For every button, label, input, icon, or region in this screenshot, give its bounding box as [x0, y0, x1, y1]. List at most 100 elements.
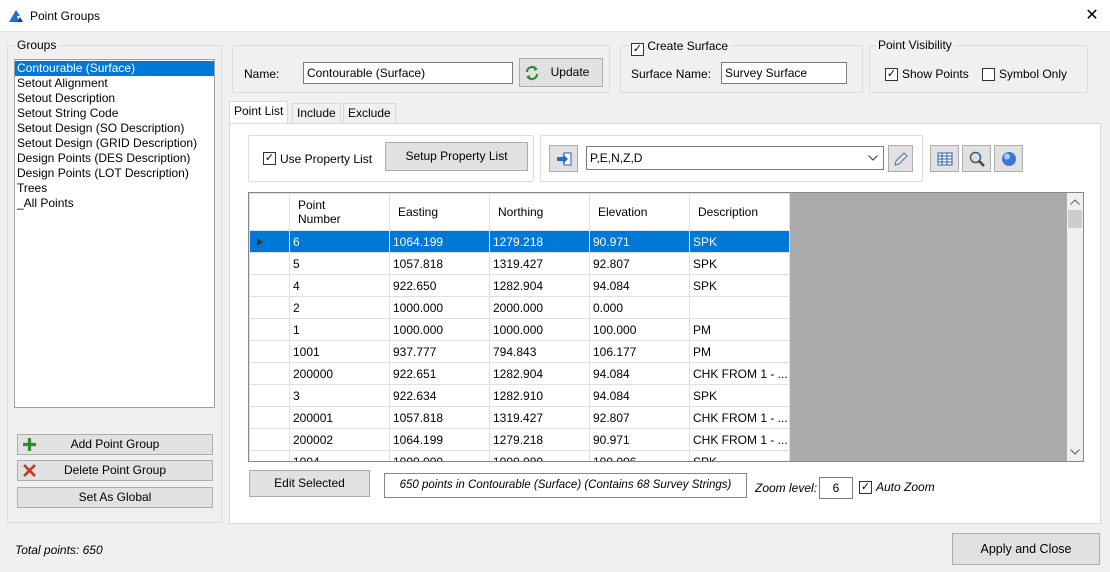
table-row[interactable]: 200001 1057.818 1319.427 92.807 CHK FROM 1 -…	[249, 406, 790, 429]
points-grid[interactable]: Point Number Easting Northing Elevation Desc…	[248, 192, 1084, 462]
table-cell[interactable]: 2000.000	[489, 296, 590, 319]
show-points-checkbox[interactable]: ✓	[885, 68, 898, 81]
group-list-item[interactable]: Setout Design (GRID Description)	[15, 136, 214, 151]
group-list-item[interactable]: Design Points (LOT Description)	[15, 166, 214, 181]
scroll-down-icon[interactable]	[1070, 449, 1080, 455]
row-header[interactable]	[249, 384, 290, 407]
group-list-item[interactable]: _All Points	[15, 196, 214, 211]
table-cell[interactable]: CHK FROM 1 - ...	[689, 428, 790, 451]
table-cell[interactable]: SPK	[689, 450, 790, 461]
use-property-list-checkbox[interactable]: ✓	[263, 152, 276, 165]
table-row[interactable]: 200000 922.651 1282.904 94.084 CHK FROM 1 - …	[249, 362, 790, 385]
tab-point-list[interactable]: Point List	[229, 101, 289, 124]
group-list-item[interactable]: Setout Alignment	[15, 76, 214, 91]
groups-list[interactable]: Contourable (Surface) Setout Alignment Set…	[14, 59, 215, 408]
table-cell[interactable]: 100.000	[589, 318, 690, 341]
column-header[interactable]: Easting	[389, 193, 490, 231]
edit-format-button[interactable]	[888, 145, 913, 172]
symbol-only-checkbox[interactable]	[982, 68, 995, 81]
table-cell[interactable]: 1279.218	[489, 230, 590, 253]
table-cell[interactable]: 1000.000	[389, 318, 490, 341]
table-cell[interactable]: 1004	[289, 450, 390, 461]
table-cell[interactable]: SPK	[689, 274, 790, 297]
row-header[interactable]	[249, 450, 290, 461]
table-cell[interactable]: 106.177	[589, 340, 690, 363]
table-cell[interactable]: 200002	[289, 428, 390, 451]
row-header[interactable]	[249, 296, 290, 319]
table-cell[interactable]: 1000.000	[489, 450, 590, 461]
apply-and-close-button[interactable]: Apply and Close	[952, 533, 1100, 565]
column-header[interactable]: Point Number	[289, 193, 390, 231]
table-cell[interactable]: SPK	[689, 252, 790, 275]
table-cell[interactable]: 90.971	[589, 428, 690, 451]
table-cell[interactable]: 94.084	[589, 274, 690, 297]
group-list-item[interactable]: Trees	[15, 181, 214, 196]
tab-exclude[interactable]: Exclude	[343, 103, 396, 124]
zoom-level-field[interactable]: 6	[819, 477, 853, 499]
table-cell[interactable]	[689, 296, 790, 319]
table-cell[interactable]: 1319.427	[489, 252, 590, 275]
table-row[interactable]: 1 1000.000 1000.000 100.000 PM	[249, 318, 790, 341]
table-row[interactable]: 200002 1064.199 1279.218 90.971 CHK FROM 1 -…	[249, 428, 790, 451]
table-cell[interactable]: 200000	[289, 362, 390, 385]
table-cell[interactable]: 90.971	[589, 230, 690, 253]
table-view-button[interactable]	[930, 145, 959, 172]
scroll-thumb[interactable]	[1068, 210, 1082, 228]
delete-point-group-button[interactable]: Delete Point Group	[17, 460, 213, 481]
row-header[interactable]	[249, 340, 290, 363]
update-button[interactable]: Update	[519, 58, 603, 87]
table-cell[interactable]: 92.807	[589, 406, 690, 429]
table-cell[interactable]: 1279.218	[489, 428, 590, 451]
format-select[interactable]: P,E,N,Z,D	[586, 146, 884, 170]
row-header[interactable]	[249, 252, 290, 275]
table-cell[interactable]: 5	[289, 252, 390, 275]
table-cell[interactable]: 1282.910	[489, 384, 590, 407]
group-list-item[interactable]: Setout Description	[15, 91, 214, 106]
row-header[interactable]	[249, 274, 290, 297]
table-cell[interactable]: 937.777	[389, 340, 490, 363]
table-cell[interactable]: 94.084	[589, 362, 690, 385]
table-row[interactable]: 4 922.650 1282.904 94.084 SPK	[249, 274, 790, 297]
table-cell[interactable]: 1000.000	[489, 318, 590, 341]
group-list-item[interactable]: Setout Design (SO Description)	[15, 121, 214, 136]
table-cell[interactable]: 922.650	[389, 274, 490, 297]
table-cell[interactable]: 2	[289, 296, 390, 319]
group-list-item[interactable]: Contourable (Surface)	[15, 61, 214, 76]
row-header[interactable]	[249, 362, 290, 385]
column-header[interactable]: Northing	[489, 193, 590, 231]
table-row[interactable]: 2 1000.000 2000.000 0.000	[249, 296, 790, 319]
table-cell[interactable]: SPK	[689, 384, 790, 407]
tab-include[interactable]: Include	[292, 103, 341, 124]
table-cell[interactable]: 100.006	[589, 450, 690, 461]
table-cell[interactable]: 1282.904	[489, 362, 590, 385]
column-header[interactable]: Elevation	[589, 193, 690, 231]
globe-view-button[interactable]	[994, 145, 1023, 172]
table-cell[interactable]: 1319.427	[489, 406, 590, 429]
add-point-group-button[interactable]: Add Point Group	[17, 434, 213, 455]
import-format-button[interactable]	[549, 145, 578, 172]
table-cell[interactable]: 1001	[289, 340, 390, 363]
table-cell[interactable]: SPK	[689, 230, 790, 253]
scroll-up-icon[interactable]	[1070, 199, 1080, 205]
auto-zoom-checkbox[interactable]: ✓	[859, 481, 872, 494]
table-cell[interactable]: 1	[289, 318, 390, 341]
table-cell[interactable]: 1057.818	[389, 252, 490, 275]
table-cell[interactable]: 1064.199	[389, 230, 490, 253]
table-cell[interactable]: CHK FROM 1 - ...	[689, 362, 790, 385]
table-cell[interactable]: 1064.199	[389, 428, 490, 451]
surface-name-field[interactable]: Survey Surface	[721, 62, 847, 84]
table-cell[interactable]: 4	[289, 274, 390, 297]
table-cell[interactable]: 922.634	[389, 384, 490, 407]
table-row[interactable]: 1001 937.777 794.843 106.177 PM	[249, 340, 790, 363]
row-header[interactable]	[249, 428, 290, 451]
table-row[interactable]: 1004 1000.000 1000.000 100.006 SPK	[249, 450, 790, 461]
table-cell[interactable]: 1282.904	[489, 274, 590, 297]
group-list-item[interactable]: Design Points (DES Description)	[15, 151, 214, 166]
table-row[interactable]: 6 1064.199 1279.218 90.971 SPK	[249, 230, 790, 253]
table-cell[interactable]: 1000.000	[389, 296, 490, 319]
edit-selected-button[interactable]: Edit Selected	[249, 470, 370, 497]
vertical-scrollbar[interactable]	[1067, 193, 1083, 461]
row-header[interactable]	[249, 318, 290, 341]
table-cell[interactable]: 94.084	[589, 384, 690, 407]
zoom-to-point-button[interactable]	[962, 145, 991, 172]
